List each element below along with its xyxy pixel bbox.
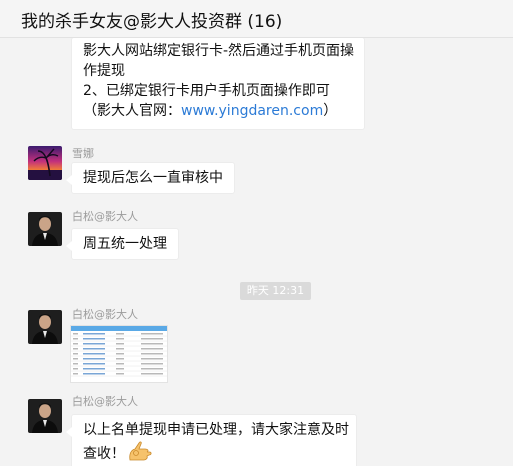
message-line: 查收！ — [83, 440, 345, 466]
message-text: 周五统一处理 — [83, 236, 167, 252]
timestamp-divider: 昨天 12:31 — [240, 282, 311, 300]
chat-title-bar: 我的杀手女友@影大人投资群 (16) — [0, 0, 513, 38]
man-suit-avatar[interactable] — [28, 399, 62, 433]
sunset-palm-avatar[interactable] — [28, 146, 62, 180]
man-suit-avatar[interactable] — [28, 212, 62, 246]
message-text: （影大人官网： — [83, 103, 181, 119]
sender-name: 雪娜 — [72, 147, 94, 160]
message-bubble[interactable]: 以上名单提现申请已处理，请大家注意及时 查收！ — [66, 414, 357, 466]
message-text: 提现后怎么一直审核中 — [83, 170, 223, 186]
message-line: 以上名单提现申请已处理，请大家注意及时 — [83, 422, 349, 438]
message-line: 影大人网站绑定银行卡-然后通过手机页面操 — [83, 43, 355, 59]
man-suit-avatar[interactable] — [28, 310, 62, 344]
sender-name: 白松@影大人 — [72, 210, 138, 223]
spreadsheet-screenshot[interactable] — [70, 325, 168, 383]
website-link[interactable]: www.yingdaren.com — [181, 103, 323, 119]
chat-title: 我的杀手女友@影大人投资群 (16) — [21, 12, 283, 32]
message-text: ） — [323, 103, 338, 119]
message-line: （影大人官网：www.yingdaren.com） — [83, 101, 353, 121]
message-bubble[interactable]: 周五统一处理 — [66, 228, 179, 260]
message-bubble[interactable]: 影大人网站绑定银行卡-然后通过手机页面操 作提现 2、已绑定银行卡用户手机页面操… — [71, 38, 365, 130]
sender-name: 白松@影大人 — [72, 308, 138, 321]
ok-hand-emoji — [127, 440, 153, 466]
message-text: 查收！ — [83, 446, 125, 462]
message-line: 作提现 — [83, 63, 125, 79]
message-bubble[interactable]: 提现后怎么一直审核中 — [66, 162, 235, 194]
message-line: 2、已绑定银行卡用户手机页面操作即可 — [83, 83, 330, 99]
message-list[interactable]: 影大人网站绑定银行卡-然后通过手机页面操 作提现 2、已绑定银行卡用户手机页面操… — [0, 38, 513, 466]
sender-name: 白松@影大人 — [72, 395, 138, 408]
